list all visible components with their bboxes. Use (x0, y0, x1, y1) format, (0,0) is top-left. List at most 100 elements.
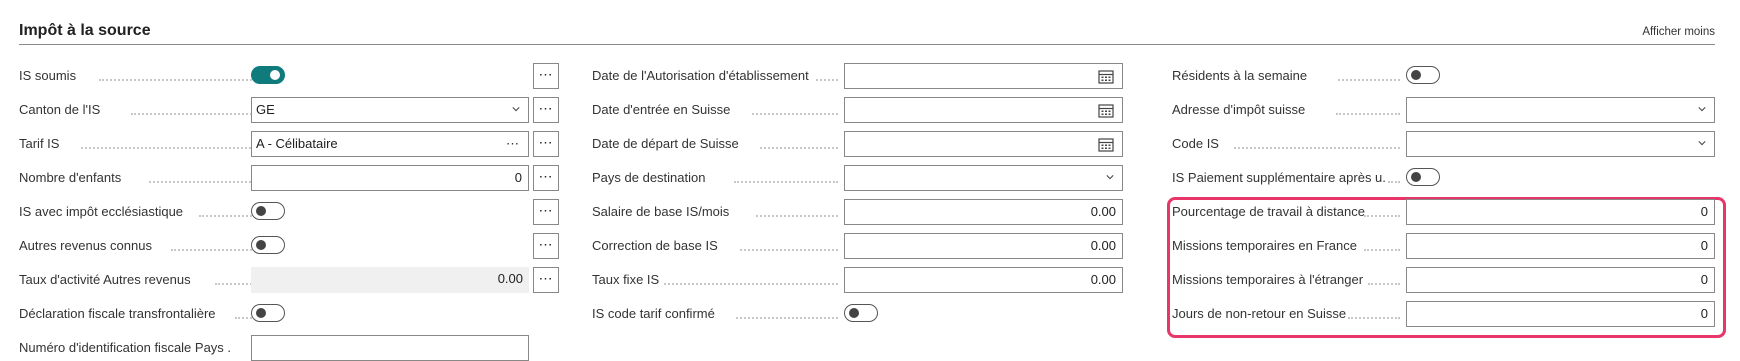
field-label: Taux d'activité Autres revenus (19, 272, 191, 287)
canton-select[interactable]: GE (251, 97, 529, 123)
jours-non-retour-input[interactable]: 0 (1406, 301, 1715, 327)
autres-revenus-toggle[interactable] (251, 236, 285, 254)
field-label: Missions temporaires à l'étranger (1172, 272, 1364, 287)
field-label: Date de départ de Suisse (592, 136, 739, 151)
chevron-down-icon (1698, 107, 1706, 112)
salaire-base-input[interactable]: 0.00 (844, 199, 1123, 225)
more-options-button[interactable]: ⋯ (533, 267, 559, 293)
dot-leader (1364, 249, 1400, 251)
paiement-supplementaire-toggle[interactable] (1406, 168, 1440, 186)
dot-leader (740, 249, 838, 251)
missions-etranger-input[interactable]: 0 (1406, 267, 1715, 293)
dot-leader (1364, 215, 1400, 217)
dot-leader (752, 113, 838, 115)
field-label: Numéro d'identification fiscale Pays ... (19, 340, 231, 355)
correction-base-input[interactable]: 0.00 (844, 233, 1123, 259)
missions-etranger-value: 0 (1700, 272, 1708, 287)
section-header: Impôt à la source Afficher moins (19, 14, 1715, 45)
more-options-button[interactable]: ⋯ (533, 199, 559, 225)
ecclesiastique-toggle[interactable] (251, 202, 285, 220)
correction-base-value: 0.00 (1090, 238, 1116, 253)
field-ecclesiastique: IS avec impôt ecclésiastique ⋯ (19, 199, 559, 225)
dot-leader (149, 181, 259, 183)
field-pourcentage-distance: Pourcentage de travail à distance 0 (1172, 199, 1717, 225)
field-paiement-supplementaire: IS Paiement supplémentaire après u... (1172, 165, 1717, 191)
missions-france-input[interactable]: 0 (1406, 233, 1715, 259)
field-label: Tarif IS (19, 136, 60, 151)
more-options-button[interactable]: ⋯ (533, 233, 559, 259)
taux-activite-field: 0.00 (251, 267, 529, 293)
field-label: Date d'entrée en Suisse (592, 102, 731, 117)
numero-identification-input[interactable] (251, 335, 529, 361)
adresse-impot-select[interactable] (1406, 97, 1715, 123)
dot-leader (131, 113, 259, 115)
code-is-select[interactable] (1406, 131, 1715, 157)
field-code-tarif-confirme: IS code tarif confirmé (592, 301, 1132, 327)
enfants-value: 0 (514, 170, 522, 185)
more-options-button[interactable]: ⋯ (533, 131, 559, 157)
date-depart-input[interactable] (844, 131, 1123, 157)
dot-leader (734, 181, 838, 183)
field-taux-activite: Taux d'activité Autres revenus 0.00 ⋯ (19, 267, 559, 293)
field-label: Date de l'Autorisation d'établissement (592, 68, 809, 83)
dot-leader (664, 283, 838, 285)
dot-leader (756, 215, 838, 217)
taux-fixe-input[interactable]: 0.00 (844, 267, 1123, 293)
field-jours-non-retour: Jours de non-retour en Suisse 0 (1172, 301, 1717, 327)
more-options-button[interactable]: ⋯ (533, 165, 559, 191)
field-declaration-fiscale: Déclaration fiscale transfrontalière (19, 301, 559, 327)
more-options-button[interactable]: ⋯ (533, 97, 559, 123)
dot-leader (99, 79, 259, 81)
is-soumis-toggle[interactable] (251, 66, 285, 84)
pourcentage-distance-input[interactable]: 0 (1406, 199, 1715, 225)
tarif-lookup[interactable]: A - Célibataire ⋯ (251, 131, 529, 157)
field-label: Taux fixe IS (592, 272, 660, 287)
field-adresse-impot: Adresse d'impôt suisse (1172, 97, 1717, 123)
lookup-ellipsis-icon[interactable]: ⋯ (506, 132, 520, 156)
field-residents-semaine: Résidents à la semaine (1172, 63, 1717, 89)
field-label: Jours de non-retour en Suisse (1172, 306, 1347, 321)
field-label: IS code tarif confirmé (592, 306, 715, 321)
field-autres-revenus: Autres revenus connus ⋯ (19, 233, 559, 259)
chevron-down-icon (1698, 141, 1706, 146)
dot-leader (1348, 317, 1400, 319)
calendar-icon[interactable] (1098, 103, 1114, 118)
field-label: Canton de l'IS (19, 102, 101, 117)
field-missions-france: Missions temporaires en France 0 (1172, 233, 1717, 259)
date-entree-input[interactable] (844, 97, 1123, 123)
field-label: Déclaration fiscale transfrontalière (19, 306, 216, 321)
field-date-autorisation: Date de l'Autorisation d'établissement (592, 63, 1132, 89)
missions-france-value: 0 (1700, 238, 1708, 253)
residents-semaine-toggle[interactable] (1406, 66, 1440, 84)
field-label: Nombre d'enfants (19, 170, 122, 185)
field-label: Adresse d'impôt suisse (1172, 102, 1306, 117)
field-label: Missions temporaires en France (1172, 238, 1357, 253)
taux-activite-value: 0.00 (497, 271, 523, 286)
field-label: IS Paiement supplémentaire après u... (1172, 170, 1386, 185)
calendar-icon[interactable] (1098, 69, 1114, 84)
field-missions-etranger: Missions temporaires à l'étranger 0 (1172, 267, 1717, 293)
show-less-link[interactable]: Afficher moins (1642, 26, 1715, 38)
declaration-fiscale-toggle[interactable] (251, 304, 285, 322)
calendar-icon[interactable] (1098, 137, 1114, 152)
field-label: Autres revenus connus (19, 238, 152, 253)
date-autorisation-input[interactable] (844, 63, 1123, 89)
field-is-soumis: IS soumis ⋯ (19, 63, 559, 89)
dot-leader (1336, 113, 1400, 115)
tarif-value: A - Célibataire (256, 136, 338, 151)
more-options-button[interactable]: ⋯ (533, 63, 559, 89)
field-label: Résidents à la semaine (1172, 68, 1308, 83)
dot-leader (199, 215, 259, 217)
field-numero-identification: Numéro d'identification fiscale Pays ... (19, 335, 559, 361)
chevron-down-icon (1106, 175, 1114, 180)
field-tarif: Tarif IS A - Célibataire ⋯ ⋯ (19, 131, 559, 157)
code-tarif-confirme-toggle[interactable] (844, 304, 878, 322)
dot-leader (81, 147, 259, 149)
pays-destination-select[interactable] (844, 165, 1123, 191)
section-title: Impôt à la source (19, 22, 151, 39)
field-correction-base: Correction de base IS 0.00 (592, 233, 1132, 259)
enfants-input[interactable]: 0 (251, 165, 529, 191)
field-label: Pourcentage de travail à distance (1172, 204, 1365, 219)
chevron-down-icon (512, 107, 520, 112)
taux-fixe-value: 0.00 (1090, 272, 1116, 287)
